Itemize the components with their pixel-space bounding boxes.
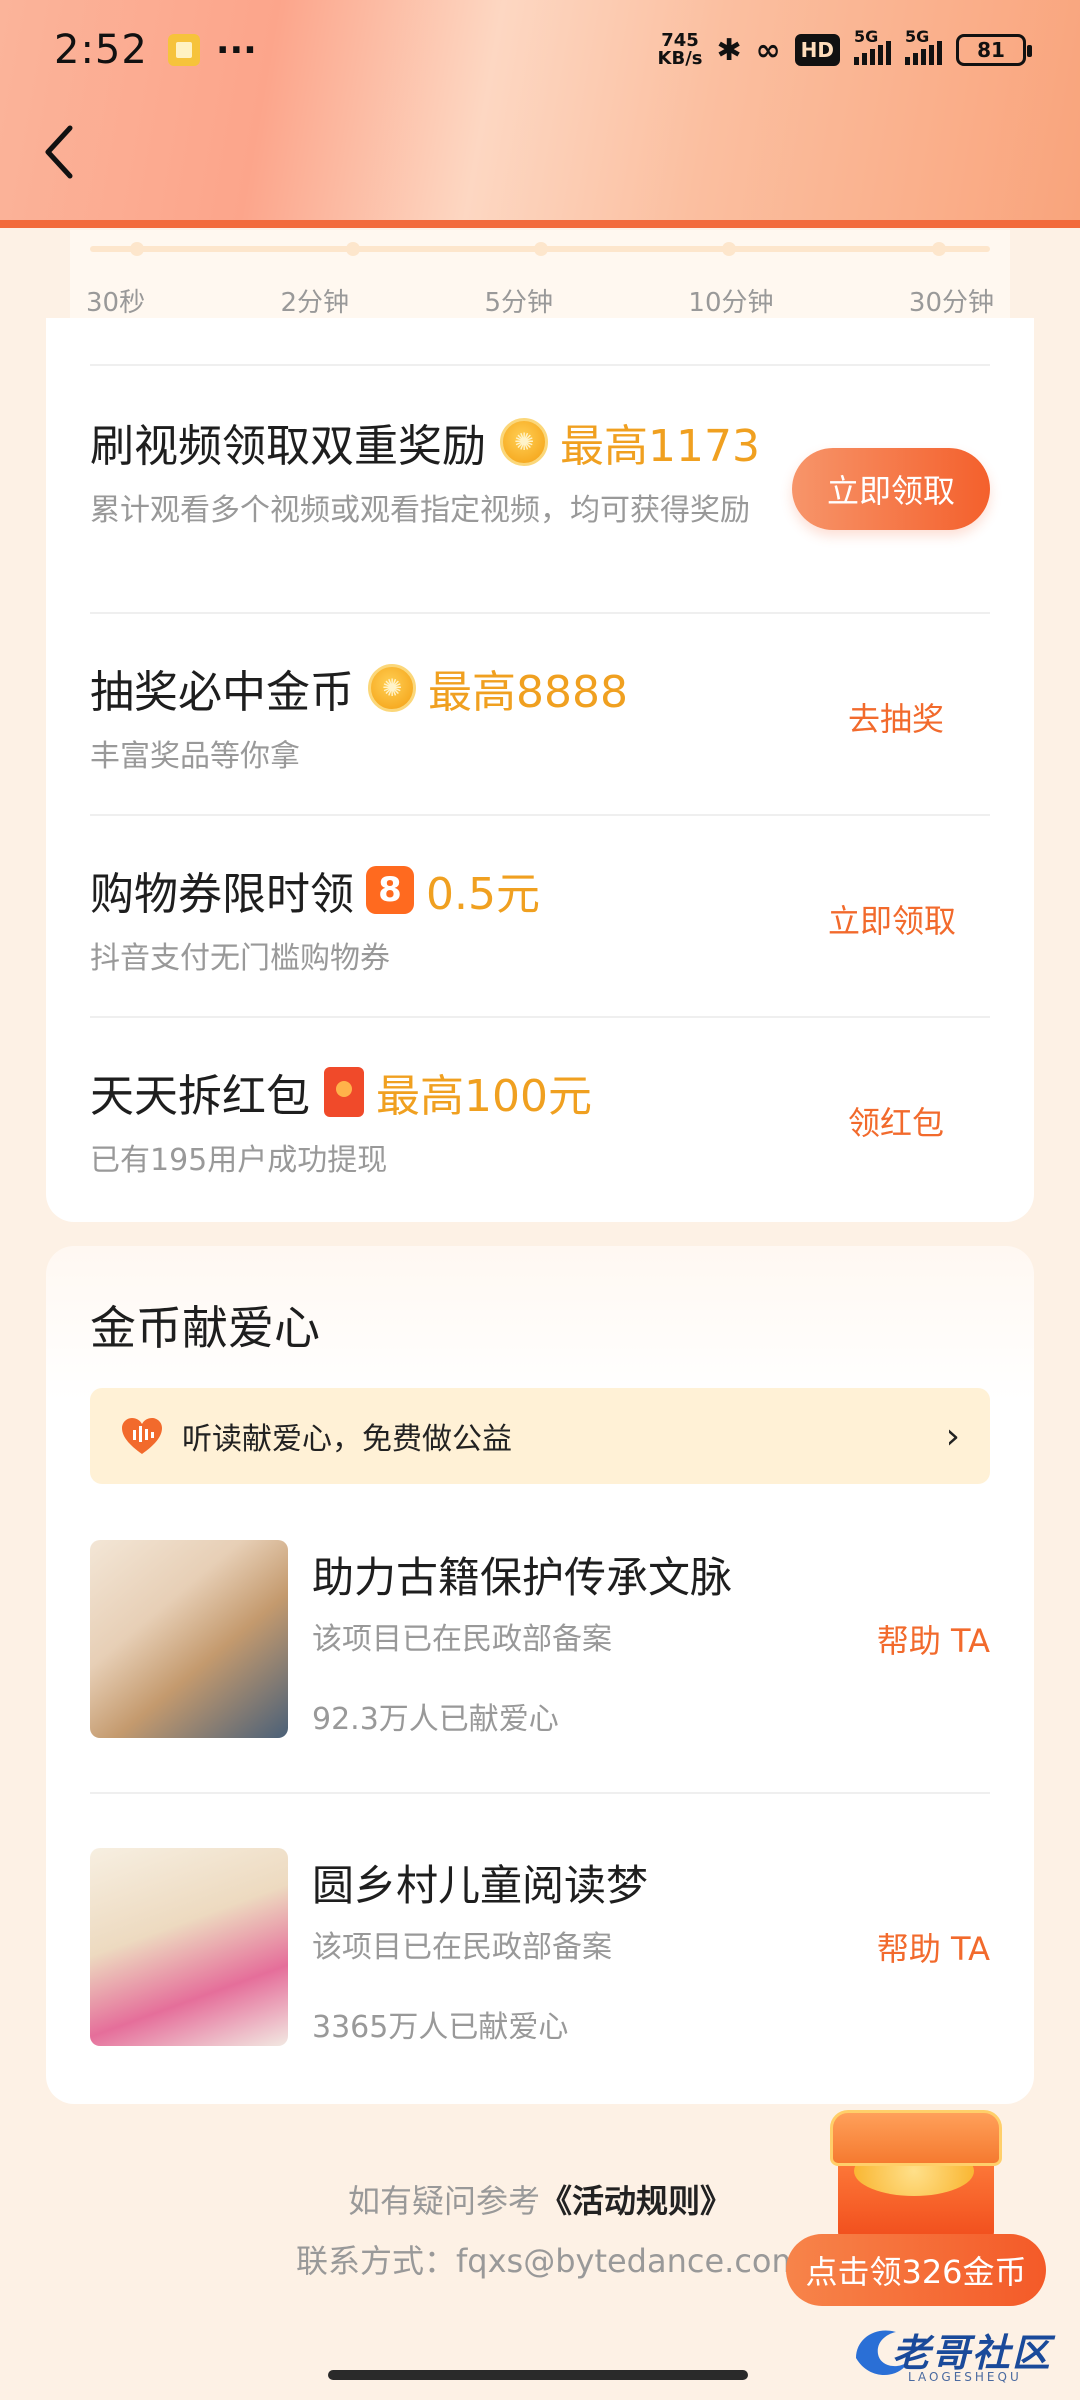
claim-button[interactable]: 立即领取: [792, 448, 990, 530]
lottery-button[interactable]: 去抽奖: [848, 694, 944, 740]
project-subtitle: 该项目已在民政部备案: [312, 1930, 612, 1965]
claim-coins-button[interactable]: 点击领326金币: [786, 2234, 1046, 2306]
progress-labels: 30秒 2分钟 5分钟 10分钟 30分钟: [70, 282, 1010, 319]
divider: [90, 1016, 990, 1018]
home-indicator[interactable]: [328, 2370, 748, 2380]
project-donor-count: 3365万人已献爱心: [312, 2010, 569, 2045]
charity-project[interactable]: 助力古籍保护传承文脉 该项目已在民政部备案 92.3万人已献爱心: [90, 1540, 990, 1740]
watermark-subtext: LAOGESHEQU: [908, 2370, 1022, 2384]
task-subtitle: 抖音支付无门槛购物券: [90, 941, 390, 976]
task-reward: 最高100元: [376, 1071, 592, 1122]
coin-icon: [368, 664, 416, 712]
red-packet-icon: [324, 1067, 364, 1117]
project-title: 圆乡村儿童阅读梦: [312, 1861, 649, 1910]
progress-label: 2分钟: [280, 288, 350, 318]
charity-banner-text: 听读献爱心，免费做公益: [182, 1422, 512, 1457]
link-icon: ∞: [755, 32, 781, 68]
claim-coupon-button[interactable]: 立即领取: [828, 896, 956, 942]
divider: [90, 612, 990, 614]
task-subtitle: 累计观看多个视频或观看指定视频，均可获得奖励: [90, 493, 750, 528]
progress-label: 30秒: [86, 288, 146, 318]
project-title: 助力古籍保护传承文脉: [312, 1553, 733, 1602]
progress-node: [346, 242, 360, 256]
chevron-right-icon: ›: [945, 1415, 960, 1457]
status-icons: 745 KB/s ✱ ∞ HD 5G 5G 81: [658, 27, 1032, 68]
divider: [90, 814, 990, 816]
task-reward: 0.5元: [426, 869, 540, 920]
signal-icon: 5G: [854, 27, 891, 65]
project-donor-count: 92.3万人已献爱心: [312, 1702, 559, 1737]
task-reward: 最高1173: [560, 421, 760, 472]
hd-voice-icon: HD: [794, 34, 840, 66]
charity-banner[interactable]: 听读献爱心，免费做公益 ›: [90, 1388, 990, 1484]
task-subtitle: 丰富奖品等你拿: [90, 739, 300, 774]
progress-node: [534, 242, 548, 256]
heart-icon: [122, 1418, 162, 1454]
status-time: 2:52: [54, 27, 148, 73]
charity-project[interactable]: 圆乡村儿童阅读梦 该项目已在民政部备案 3365万人已献爱心: [90, 1848, 990, 2048]
treasure-chest-icon[interactable]: [824, 2110, 1004, 2250]
ticket-icon: [366, 866, 414, 914]
header: 2:52 ··· 745 KB/s ✱ ∞ HD 5G 5G 81: [0, 0, 1080, 228]
tasks-card: 刷视频领取双重奖励 最高1173 累计观看多个视频或观看指定视频，均可获得奖励 …: [46, 318, 1034, 1222]
progress-label: 10分钟: [688, 288, 774, 318]
project-image: [90, 1848, 288, 2046]
help-button[interactable]: 帮助 TA: [877, 1924, 990, 1970]
task-reward: 最高8888: [428, 667, 628, 718]
coin-icon: [500, 418, 548, 466]
task-title: 抽奖必中金币: [90, 667, 354, 718]
footer-contact: 联系方式：fqxs@bytedance.com: [296, 2242, 803, 2280]
task-title: 天天拆红包: [90, 1071, 310, 1122]
help-button[interactable]: 帮助 TA: [877, 1616, 990, 1662]
back-arrow-icon[interactable]: [40, 122, 80, 182]
divider: [90, 1792, 990, 1794]
divider: [90, 364, 990, 366]
net-speed-unit: KB/s: [657, 48, 703, 69]
sim1-label: 5G: [854, 27, 879, 46]
sim2-label: 5G: [905, 27, 930, 46]
progress-track: [90, 242, 990, 256]
progress-node: [722, 242, 736, 256]
progress-label: 30分钟: [908, 288, 994, 318]
task-title: 刷视频领取双重奖励: [90, 421, 486, 472]
rules-prefix: 如有疑问参考: [347, 2182, 540, 2220]
red-packet-button[interactable]: 领红包: [848, 1098, 944, 1144]
watch-time-progress: 30秒 2分钟 5分钟 10分钟 30分钟: [70, 230, 1010, 320]
watermark: 老哥社区 LAOGESHEQU: [846, 2318, 1066, 2388]
network-speed: 745 KB/s: [658, 32, 703, 68]
progress-label: 5分钟: [484, 288, 553, 318]
more-notifications-icon: ···: [215, 29, 257, 71]
progress-node: [932, 242, 946, 256]
battery-icon: 81: [956, 34, 1032, 66]
signal-icon-2: 5G: [905, 27, 942, 65]
project-subtitle: 该项目已在民政部备案: [312, 1622, 612, 1657]
progress-node: [130, 242, 144, 256]
rules-link[interactable]: 《活动规则》: [540, 2182, 732, 2220]
task-title: 购物券限时领: [90, 869, 354, 920]
charity-card: 金币献爱心 听读献爱心，免费做公益 › 助力古籍保护传承文脉 该项目已在民政部备…: [46, 1246, 1034, 2104]
charity-title: 金币献爱心: [90, 1301, 320, 1355]
status-bar: 2:52 ··· 745 KB/s ✱ ∞ HD 5G 5G 81: [0, 0, 1080, 100]
watermark-text: 老哥社区: [892, 2331, 1053, 2375]
bluetooth-icon: ✱: [716, 32, 742, 68]
task-subtitle: 已有195用户成功提现: [90, 1143, 388, 1178]
project-image: [90, 1540, 288, 1738]
notes-app-icon: [167, 34, 200, 66]
